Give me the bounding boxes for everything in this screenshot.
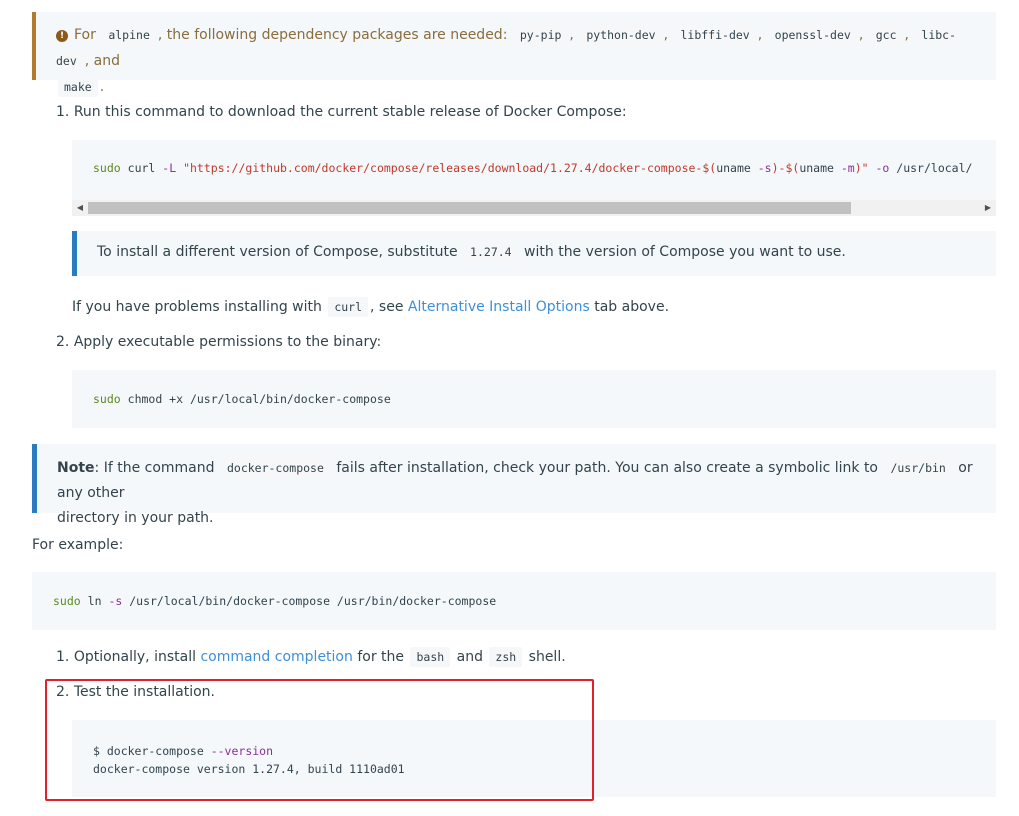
code-token: -s [750, 161, 772, 175]
inline-code-package: py-pip [513, 25, 568, 45]
command-completion-link[interactable]: command completion [200, 649, 352, 665]
chmod-code-block[interactable]: sudo chmod +x /usr/local/bin/docker-comp… [72, 370, 996, 428]
step-text: Apply executable permissions to the bina… [73, 334, 382, 350]
inline-code-package: python-dev [580, 25, 662, 45]
list-number: 1. [56, 104, 70, 120]
list-number: 2. [56, 334, 70, 350]
step-2-permissions: 2. Apply executable permissions to the b… [56, 334, 381, 350]
separator: , [858, 27, 864, 43]
inline-code-alpine: alpine [102, 25, 156, 45]
step-1-download: 1. Run this command to download the curr… [56, 104, 627, 120]
code-token: sudo [93, 392, 121, 406]
code-token: )-$( [771, 161, 800, 175]
code-token: sudo [93, 161, 121, 175]
code-token: uname [716, 161, 751, 175]
inline-code-zsh: zsh [489, 647, 523, 667]
problems-paragraph: If you have problems installing with cur… [72, 297, 670, 317]
note-text: : If the command [94, 460, 215, 476]
inline-code-package: make [58, 77, 98, 97]
note-text: fails after installation, check your pat… [336, 460, 878, 476]
code-token: -m [833, 161, 855, 175]
code-token: -L [162, 161, 177, 175]
warning-text: For [74, 27, 96, 43]
para-text: tab above. [594, 299, 670, 315]
inline-code-package: gcc [869, 25, 903, 45]
scrollbar-thumb[interactable] [88, 202, 851, 214]
code-token: sudo [53, 594, 81, 608]
step-text: Run this command to download the current… [73, 104, 627, 120]
separator: , [904, 27, 909, 43]
for-example-label: For example: [32, 537, 124, 553]
step-text: and [456, 649, 483, 665]
para-text: If you have problems installing with [72, 299, 322, 315]
step-optional-completion: 1. Optionally, install command completio… [56, 647, 566, 667]
code-token: )" [854, 161, 869, 175]
inline-code-usr-bin: /usr/bin [884, 458, 952, 478]
code-token: /usr/local/bin/docker-compose /usr/bin/d… [122, 594, 497, 608]
separator: , [757, 27, 763, 43]
code-token: /usr/local/ [889, 161, 973, 175]
warning-text: , and [84, 53, 121, 69]
separator: , [569, 27, 574, 43]
inline-code-package: openssl-dev [768, 25, 857, 45]
version-tip-callout: To install a different version of Compos… [72, 231, 996, 276]
path-note-callout: Note: If the command docker-compose fail… [32, 444, 996, 526]
alternative-install-options-link[interactable]: Alternative Install Options [408, 299, 590, 315]
exclamation-circle-icon: ! [56, 30, 68, 42]
scroll-right-icon[interactable]: ▶ [980, 200, 996, 216]
inline-code-version: 1.27.4 [464, 242, 518, 262]
step-text: for the [357, 649, 405, 665]
step-text: Optionally, install [73, 649, 196, 665]
warning-text: , the following dependency packages are … [157, 27, 508, 43]
code-token: ln [87, 594, 102, 608]
code-token: -o [868, 161, 890, 175]
inline-code-curl: curl [328, 297, 369, 317]
code-token: curl [127, 161, 156, 175]
highlight-box [45, 679, 594, 801]
curl-code-block[interactable]: sudo curl -L "https://github.com/docker/… [72, 140, 996, 200]
separator: , [663, 27, 669, 43]
code-token: "https://github.com/docker/compose/relea… [183, 161, 717, 175]
code-token: chmod +x /usr/local/bin/docker-compose [127, 392, 391, 406]
code-token: -s [108, 594, 123, 608]
step-text: shell. [528, 649, 566, 665]
code-token: uname [799, 161, 834, 175]
scroll-left-icon[interactable]: ◀ [72, 200, 88, 216]
inline-code-docker-compose: docker-compose [220, 458, 330, 478]
inline-code-package: libffi-dev [674, 25, 756, 45]
warning-text: . [99, 79, 105, 95]
note-text: directory in your path. [57, 510, 214, 526]
dependency-warning-callout: ! For alpine, the following dependency pa… [32, 12, 996, 97]
symlink-code-block[interactable]: sudo ln -s /usr/local/bin/docker-compose… [32, 572, 996, 630]
inline-code-bash: bash [410, 647, 451, 667]
tip-text: To install a different version of Compos… [97, 244, 458, 260]
list-number: 1. [56, 649, 70, 665]
tip-text: with the version of Compose you want to … [524, 244, 846, 260]
para-text: , see [370, 299, 404, 315]
horizontal-scrollbar[interactable]: ◀ ▶ [72, 200, 996, 216]
note-label: Note [57, 460, 95, 476]
